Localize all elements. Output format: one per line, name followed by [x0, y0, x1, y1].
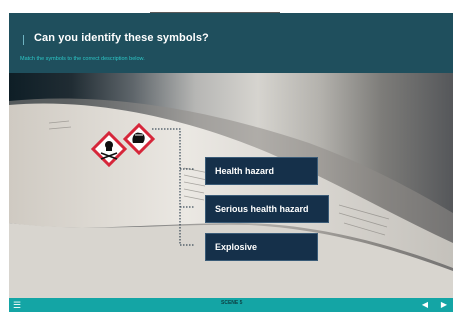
slide-subtitle: Match the symbols to the correct descrip… — [20, 56, 145, 62]
slide-header: Can you identify these symbols? Match th… — [9, 13, 453, 73]
option-explosive-button[interactable]: Explosive — [205, 233, 318, 261]
prev-arrow-icon[interactable]: ◀ — [418, 298, 432, 312]
slide-title: Can you identify these symbols? — [34, 32, 209, 44]
option-serious-health-hazard-button[interactable]: Serious health hazard — [205, 195, 329, 223]
player-footer: ☰ SCENE 5 ◀ ▶ — [9, 298, 453, 312]
next-arrow-icon[interactable]: ▶ — [437, 298, 451, 312]
scene-label: SCENE 5 — [221, 300, 243, 306]
slide-frame: Can you identify these symbols? Match th… — [9, 13, 453, 312]
option-health-hazard-button[interactable]: Health hazard — [205, 157, 318, 185]
menu-icon[interactable]: ☰ — [13, 300, 22, 310]
title-accent-bar — [23, 35, 24, 45]
open-book-photo — [9, 98, 453, 298]
background-photo: Health hazard Serious health hazard Expl… — [9, 73, 453, 298]
